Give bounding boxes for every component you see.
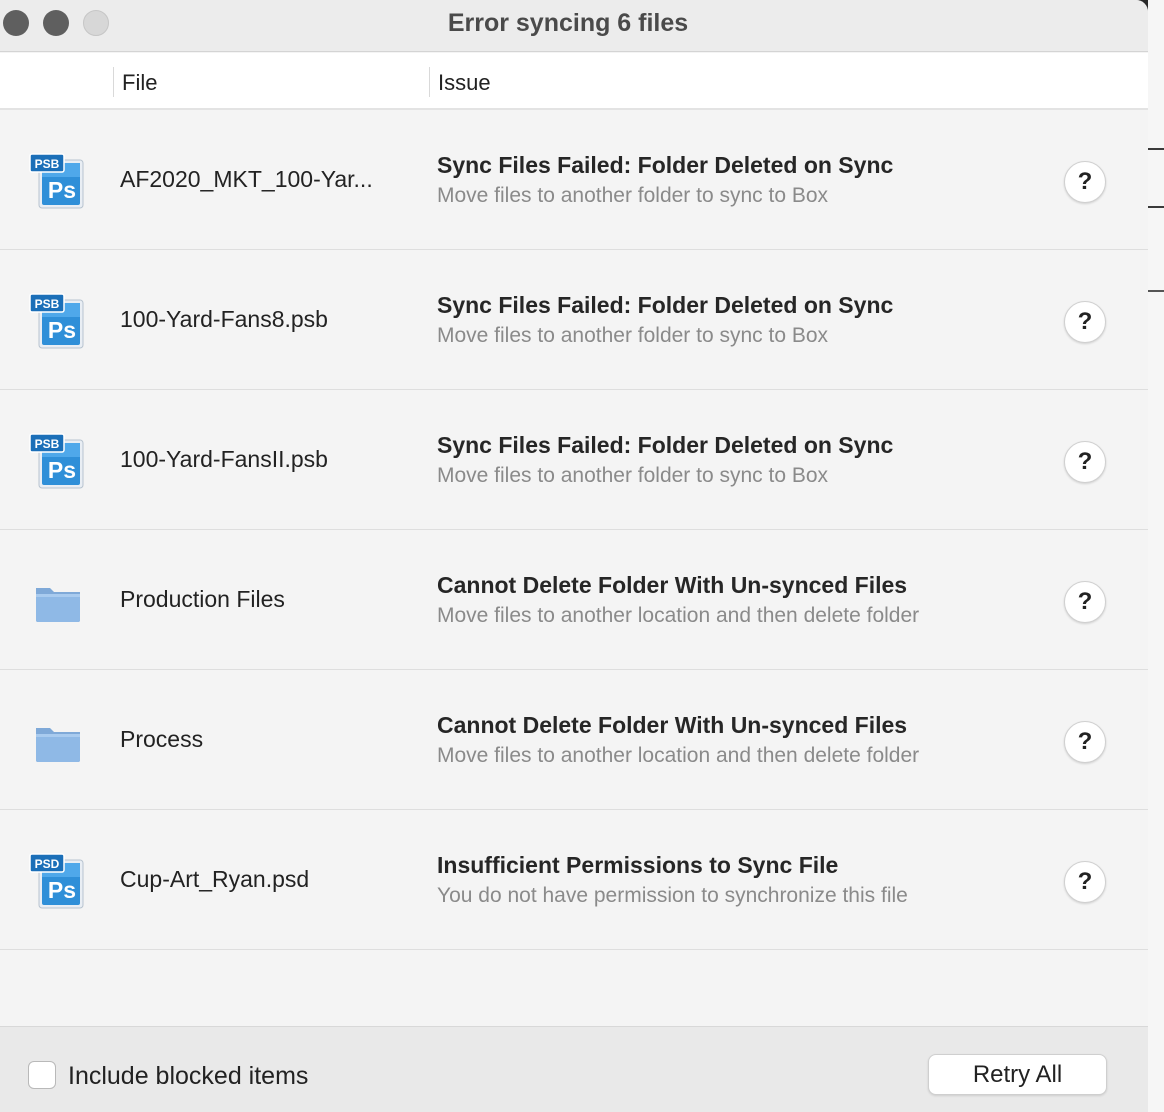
column-separator [429, 67, 430, 97]
file-name: Process [120, 726, 204, 752]
column-header-issue[interactable]: Issue [438, 70, 491, 96]
issue-title: Cannot Delete Folder With Un-synced File… [437, 572, 908, 598]
file-name: 100-Yard-FansII.psb [120, 446, 328, 472]
error-list: PSB Ps AF2020_MKT_100-Yar... Sync Files Fai… [0, 110, 1148, 950]
issue-description: You do not have permission to synchroniz… [437, 884, 908, 907]
file-name: Cup-Art_Ryan.psd [120, 866, 310, 892]
issue-description: Move files to another folder to sync to … [437, 184, 829, 207]
table-header: File Issue [0, 53, 1148, 110]
folder-icon [28, 570, 88, 630]
file-name: 100-Yard-Fans8.psb [120, 306, 328, 332]
column-header-file[interactable]: File [122, 70, 157, 96]
help-button[interactable]: ? [1064, 861, 1106, 903]
psb-photoshop-icon: PSB Ps [28, 430, 88, 490]
help-button[interactable]: ? [1064, 301, 1106, 343]
table-row[interactable]: Process Cannot Delete Folder With Un-sync… [0, 670, 1148, 810]
background-window-edge [1148, 0, 1164, 1112]
background-divider [1148, 206, 1164, 208]
background-divider [1148, 290, 1164, 292]
column-separator [113, 67, 114, 97]
background-divider [1148, 148, 1164, 150]
issue-description: Move files to another location and then … [437, 604, 920, 627]
file-type-tag: PSB [35, 157, 60, 171]
psd-photoshop-icon: PSD Ps [28, 850, 88, 910]
issue-title: Cannot Delete Folder With Un-synced File… [437, 712, 908, 738]
window-title: Error syncing 6 files [447, 9, 689, 37]
psb-photoshop-icon: PSB Ps [28, 290, 88, 350]
issue-title: Sync Files Failed: Folder Deleted on Syn… [437, 152, 894, 178]
issue-title: Sync Files Failed: Folder Deleted on Syn… [437, 292, 894, 318]
issue-description: Move files to another folder to sync to … [437, 324, 829, 347]
issue-description: Move files to another location and then … [437, 744, 920, 767]
file-type-tag: PSB [35, 437, 60, 451]
svg-text:Ps: Ps [48, 877, 76, 903]
include-blocked-label[interactable]: Include blocked items [68, 1062, 308, 1091]
issue-title: Insufficient Permissions to Sync File [437, 852, 839, 878]
svg-text:Ps: Ps [48, 457, 76, 483]
table-row[interactable]: Production Files Cannot Delete Folder Wit… [0, 530, 1148, 670]
table-row[interactable]: PSB Ps AF2020_MKT_100-Yar... Sync Files Fai… [0, 110, 1148, 250]
psb-photoshop-icon: PSB Ps [28, 150, 88, 210]
help-button[interactable]: ? [1064, 161, 1106, 203]
file-name: AF2020_MKT_100-Yar... [120, 166, 373, 192]
help-button[interactable]: ? [1064, 441, 1106, 483]
retry-all-button[interactable]: Retry All [928, 1054, 1107, 1095]
include-blocked-checkbox[interactable] [28, 1061, 56, 1089]
svg-text:Ps: Ps [48, 317, 76, 343]
file-type-tag: PSB [35, 297, 60, 311]
table-row[interactable]: PSD Ps Cup-Art_Ryan.psd Insufficient Permis… [0, 810, 1148, 950]
title-bar: Error syncing 6 files [0, 0, 1148, 52]
svg-text:Ps: Ps [48, 177, 76, 203]
help-button[interactable]: ? [1064, 581, 1106, 623]
table-row[interactable]: PSB Ps 100-Yard-FansII.psb Sync Files Faile… [0, 390, 1148, 530]
issue-title: Sync Files Failed: Folder Deleted on Syn… [437, 432, 894, 458]
table-row[interactable]: PSB Ps 100-Yard-Fans8.psb Sync Files Failed… [0, 250, 1148, 390]
sync-error-window: Error syncing 6 files File Issue PSB Ps AF… [0, 0, 1148, 1112]
footer-bar: Include blocked items Retry All [0, 1026, 1148, 1112]
file-type-tag: PSD [35, 857, 60, 871]
help-button[interactable]: ? [1064, 721, 1106, 763]
issue-description: Move files to another folder to sync to … [437, 464, 829, 487]
folder-icon [28, 710, 88, 770]
file-name: Production Files [120, 586, 285, 612]
